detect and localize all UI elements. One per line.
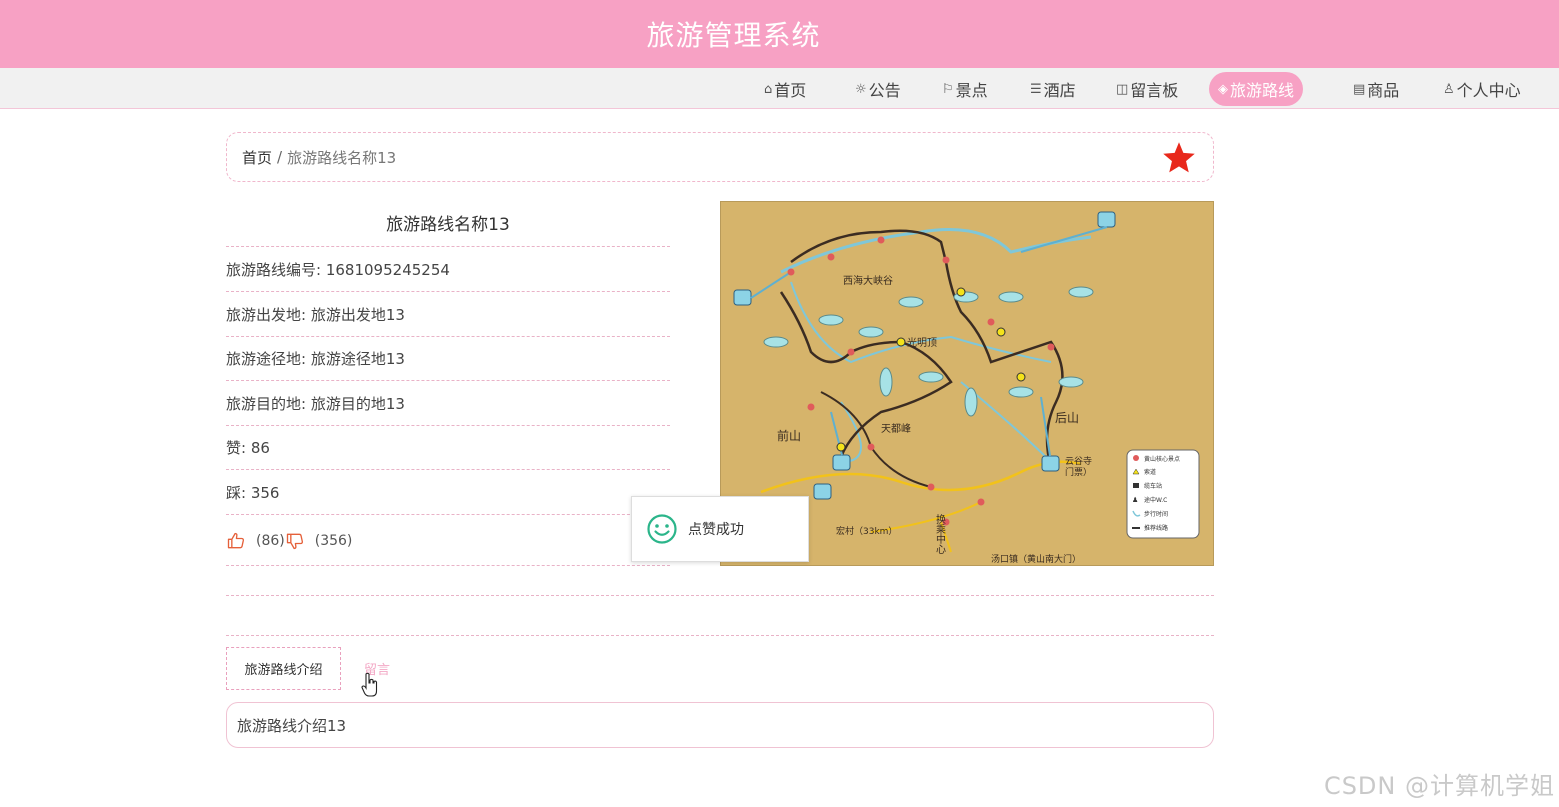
flag-icon: ⚐ xyxy=(942,81,954,97)
top-nav: ⌂ 首页 ☼ 公告 ⚐ 景点 ☰ 酒店 ◫ 留言板 ◈ 旅游路线 ▤ 商品 ♙ 个人中心 xyxy=(0,68,1559,109)
nav-item-announcement[interactable]: ☼ 公告 xyxy=(855,72,901,106)
field-label: 赞: xyxy=(226,439,247,457)
breadcrumb-home-link[interactable]: 首页 xyxy=(242,147,272,168)
nav-item-message-board[interactable]: ◫ 留言板 xyxy=(1116,72,1178,106)
map-label-hongcun: 宏村（33km） xyxy=(836,525,897,537)
nav-label: 个人中心 xyxy=(1456,81,1521,100)
nav-label: 留言板 xyxy=(1130,81,1179,100)
legend-item: 黄山核心景点 xyxy=(1144,455,1180,463)
route-icon: ◈ xyxy=(1218,81,1228,97)
announcement-icon: ☼ xyxy=(855,81,867,97)
message-board-icon: ◫ xyxy=(1116,81,1129,97)
restroom-icon: ♟ xyxy=(1132,496,1138,504)
route-intro-content: 旅游路线介绍13 xyxy=(226,702,1214,748)
map-label-transfer-center: 换乘中心 xyxy=(934,513,946,554)
nav-label: 旅游路线 xyxy=(1230,81,1295,100)
legend-item: 索道 xyxy=(1144,468,1156,476)
field-route-number: 旅游路线编号: 1681095245254 xyxy=(226,248,670,292)
user-icon: ♙ xyxy=(1443,81,1455,97)
field-dislikes: 踩: 356 xyxy=(226,471,670,515)
home-icon: ⌂ xyxy=(764,81,773,97)
field-destination: 旅游目的地: 旅游目的地13 xyxy=(226,382,670,426)
field-label: 旅游路线编号: xyxy=(226,261,322,279)
smile-icon xyxy=(647,514,677,544)
nav-label: 首页 xyxy=(774,81,807,100)
map-label-guangming: 光明顶 xyxy=(907,336,937,349)
nav-label: 商品 xyxy=(1367,81,1400,100)
map-label-tangkou: 汤口镇（黄山南大门） xyxy=(991,553,1081,565)
nav-label: 酒店 xyxy=(1043,81,1076,100)
field-value: 旅游出发地13 xyxy=(310,306,405,324)
breadcrumb: 首页 / 旅游路线名称13 xyxy=(226,132,1214,182)
nav-item-attractions[interactable]: ⚐ 景点 xyxy=(942,72,988,106)
legend-item: 推荐线路 xyxy=(1144,524,1168,532)
thumbs-up-icon[interactable] xyxy=(226,531,246,551)
map-label-west-canyon: 西海大峡谷 xyxy=(843,274,893,287)
watermark: CSDN @计算机学姐 xyxy=(1323,772,1555,800)
toast-message: 点赞成功 xyxy=(688,522,744,538)
like-success-toast: 点赞成功 xyxy=(631,496,809,562)
route-title: 旅游路线名称13 xyxy=(226,203,670,247)
dislike-count: (356) xyxy=(314,532,353,549)
hand-cursor-icon xyxy=(361,672,378,697)
divider xyxy=(226,595,1214,596)
divider xyxy=(226,635,1214,636)
field-likes: 赞: 86 xyxy=(226,426,670,470)
legend-item: 缆车站 xyxy=(1144,482,1162,490)
map-label-yungu: 云谷寺 xyxy=(1065,456,1092,467)
legend-item: 途中W.C xyxy=(1144,496,1167,504)
field-waypoints: 旅游途径地: 旅游途径地13 xyxy=(226,337,670,381)
field-label: 旅游出发地: xyxy=(226,306,307,324)
vote-bar: (86) (356) xyxy=(226,516,670,566)
favorite-star-icon[interactable] xyxy=(1161,140,1197,176)
field-label: 踩: xyxy=(226,484,247,502)
map-label-back-mountain: 后山 xyxy=(1055,411,1079,425)
tab-route-intro[interactable]: 旅游路线介绍 xyxy=(226,647,341,690)
map-label-tiandu: 天都峰 xyxy=(881,423,911,435)
nav-item-user-center[interactable]: ♙ 个人中心 xyxy=(1443,72,1521,106)
nav-label: 景点 xyxy=(955,81,988,100)
field-value: 86 xyxy=(250,439,270,457)
nav-item-routes[interactable]: ◈ 旅游路线 xyxy=(1209,72,1304,106)
field-value: 旅游途径地13 xyxy=(310,350,405,368)
thumbs-down-icon[interactable] xyxy=(285,531,305,551)
app-title: 旅游管理系统 xyxy=(646,19,821,52)
breadcrumb-separator: / xyxy=(277,148,283,166)
map-label-front-mountain: 前山 xyxy=(777,428,801,443)
map-label-yungu-gate: 门票） xyxy=(1065,466,1092,478)
legend-item: 步行时间 xyxy=(1144,510,1168,518)
app-header: 旅游管理系统 xyxy=(0,0,1559,68)
nav-item-hotel[interactable]: ☰ 酒店 xyxy=(1030,72,1076,106)
nav-item-goods[interactable]: ▤ 商品 xyxy=(1353,72,1399,106)
goods-icon: ▤ xyxy=(1353,81,1366,97)
nav-label: 公告 xyxy=(868,81,901,100)
field-value: 1681095245254 xyxy=(325,261,450,279)
field-departure: 旅游出发地: 旅游出发地13 xyxy=(226,293,670,337)
like-count: (86) xyxy=(256,532,285,549)
field-label: 旅游目的地: xyxy=(226,395,307,413)
field-value: 旅游目的地13 xyxy=(310,395,405,413)
nav-item-home[interactable]: ⌂ 首页 xyxy=(764,72,806,106)
breadcrumb-current: 旅游路线名称13 xyxy=(287,148,397,167)
field-value: 356 xyxy=(250,484,280,502)
hotel-icon: ☰ xyxy=(1030,81,1042,97)
field-label: 旅游途径地: xyxy=(226,350,307,368)
